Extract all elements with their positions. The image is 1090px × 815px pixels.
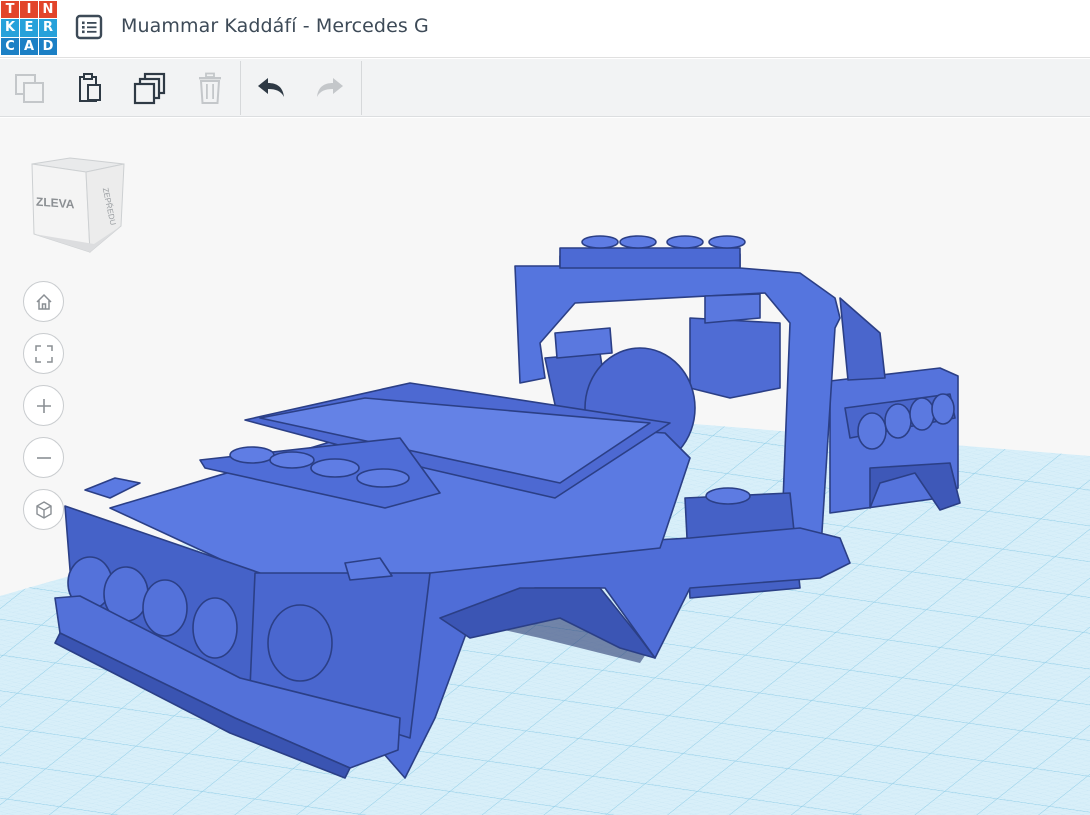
zoom-out-button[interactable] bbox=[23, 437, 64, 478]
logo-letter: C bbox=[1, 37, 19, 55]
edit-toolbar bbox=[0, 59, 1090, 117]
home-view-button[interactable] bbox=[23, 281, 64, 322]
toolbar-separator bbox=[361, 61, 362, 115]
home-icon bbox=[35, 293, 52, 310]
logo-letter: A bbox=[20, 37, 38, 55]
copy-icon bbox=[15, 74, 44, 103]
undo-button[interactable] bbox=[241, 59, 301, 117]
minus-icon bbox=[36, 456, 51, 459]
paste-button[interactable] bbox=[58, 59, 118, 117]
duplicate-icon bbox=[133, 72, 166, 105]
tinkercad-logo[interactable]: T I N K E R C A D bbox=[1, 1, 57, 55]
3d-scene bbox=[0, 235, 1090, 815]
redo-icon bbox=[317, 78, 343, 97]
logo-letter: N bbox=[39, 1, 57, 19]
zoom-in-button[interactable] bbox=[23, 385, 64, 426]
logo-letter: R bbox=[39, 19, 57, 37]
undo-icon bbox=[258, 78, 284, 97]
fit-view-icon bbox=[34, 344, 53, 363]
top-bar: T I N K E R C A D Muammar Kaddáfí - Merc… bbox=[0, 0, 1090, 58]
plus-icon bbox=[36, 398, 51, 413]
redo-button[interactable] bbox=[300, 59, 360, 117]
design-list-button[interactable] bbox=[72, 11, 106, 43]
perspective-toggle-button[interactable] bbox=[23, 489, 64, 530]
logo-letter: I bbox=[20, 1, 38, 19]
view-cube[interactable]: ZLEVA ZEPŘEDU bbox=[24, 156, 134, 256]
list-icon bbox=[75, 14, 103, 40]
view-cube-left-label: ZLEVA bbox=[36, 194, 75, 212]
copy-button[interactable] bbox=[0, 59, 60, 117]
fit-view-button[interactable] bbox=[23, 333, 64, 374]
delete-button[interactable] bbox=[180, 59, 240, 117]
design-title[interactable]: Muammar Kaddáfí - Mercedes G bbox=[121, 15, 429, 37]
logo-letter: T bbox=[1, 1, 19, 19]
trash-icon bbox=[199, 72, 221, 104]
logo-letter: K bbox=[1, 19, 19, 37]
duplicate-button[interactable] bbox=[120, 59, 180, 117]
paste-icon bbox=[79, 73, 101, 102]
logo-letter: E bbox=[20, 19, 38, 37]
workplane-viewport[interactable]: ZLEVA ZEPŘEDU bbox=[0, 118, 1090, 815]
cube-icon bbox=[35, 500, 52, 519]
logo-letter: D bbox=[39, 37, 57, 55]
